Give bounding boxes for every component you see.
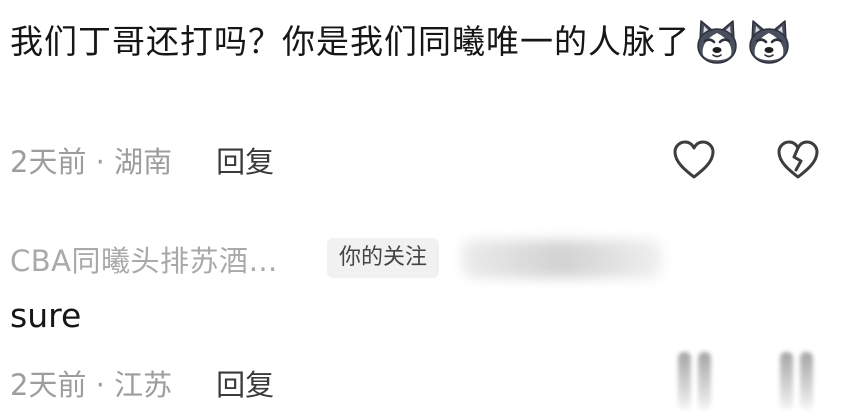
- reply-location: 江苏: [114, 368, 173, 402]
- comment-time: 2天前: [10, 145, 87, 179]
- comment-text: 我们丁哥还打吗？你是我们同曦唯一的人脉了: [10, 14, 860, 70]
- comment-meta: 2天前 · 湖南 回复: [10, 139, 274, 181]
- husky-emoji-icon: [744, 17, 794, 67]
- following-badge: 你的关注: [327, 238, 440, 278]
- comment-reply-button[interactable]: 回复: [216, 145, 274, 179]
- dislike-icon[interactable]: [778, 352, 818, 410]
- reply-reply-button[interactable]: 回复: [216, 368, 274, 402]
- reply-author-name[interactable]: CBA同曦头排苏酒…: [10, 238, 278, 280]
- meta-separator: ·: [86, 368, 115, 402]
- comment-content: 我们丁哥还打吗？你是我们同曦唯一的人脉了: [10, 22, 690, 61]
- broken-heart-icon[interactable]: [775, 137, 821, 183]
- comment-location: 湖南: [114, 145, 173, 179]
- meta-separator: ·: [86, 145, 115, 179]
- husky-emoji-icon: [692, 17, 742, 67]
- reply-content: sure: [10, 296, 82, 335]
- reply-time: 2天前: [10, 368, 87, 402]
- blurred-reply-target: [462, 240, 662, 278]
- like-icon[interactable]: [676, 352, 716, 410]
- heart-outline-icon[interactable]: [671, 137, 717, 183]
- reply-meta: 2天前 · 江苏 回复: [10, 362, 274, 404]
